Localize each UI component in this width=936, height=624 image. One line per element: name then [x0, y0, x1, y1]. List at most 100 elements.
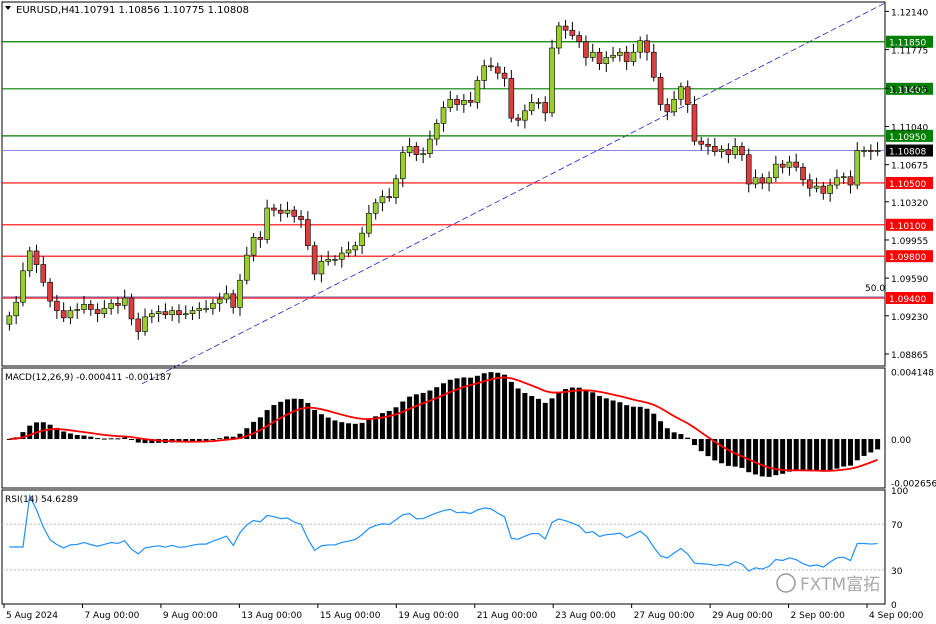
- y-tick-label: 1.10675: [891, 162, 928, 172]
- macd-bar: [834, 439, 840, 469]
- candle-body: [400, 152, 406, 180]
- candle-body: [684, 86, 691, 105]
- macd-bar: [719, 439, 725, 464]
- candle-body: [467, 100, 474, 103]
- macd-bar: [74, 434, 80, 440]
- candle-body: [528, 102, 535, 112]
- candle-body: [284, 209, 291, 214]
- macd-bar: [135, 439, 141, 443]
- macd-bar: [746, 439, 752, 473]
- macd-bar: [522, 392, 528, 440]
- candle-body: [454, 98, 460, 105]
- candle-body: [162, 311, 169, 316]
- candle-body: [291, 209, 298, 217]
- macd-bar: [529, 396, 535, 440]
- macd-bar: [251, 421, 257, 440]
- y-tick-label: 1.09955: [891, 237, 928, 247]
- candle-body: [562, 25, 569, 31]
- candle-body: [739, 146, 745, 156]
- macd-bar: [664, 428, 670, 440]
- macd-bar: [88, 436, 94, 440]
- macd-bar: [569, 387, 575, 440]
- macd-bar: [332, 420, 338, 440]
- candle-body: [67, 310, 74, 319]
- macd-bar: [47, 424, 53, 440]
- candle-body: [623, 51, 630, 62]
- candle-body: [542, 102, 549, 114]
- candle-body: [379, 196, 386, 204]
- candle-body: [169, 310, 175, 316]
- candle-body: [203, 308, 209, 310]
- level-tag-text: 1.09800: [889, 253, 926, 263]
- macd-bar: [759, 439, 765, 477]
- macd-bar: [827, 439, 833, 471]
- candle-body: [481, 65, 487, 81]
- macd-bar: [210, 439, 216, 441]
- candle-body: [773, 163, 779, 179]
- candle-body: [664, 104, 671, 113]
- macd-bar: [820, 439, 826, 472]
- candle-body: [868, 150, 874, 152]
- candle-body: [216, 298, 223, 304]
- candle-body: [752, 177, 759, 185]
- candle-body: [264, 207, 270, 240]
- macd-bar: [203, 439, 209, 441]
- candle-body: [135, 318, 142, 332]
- macd-bar: [400, 401, 406, 440]
- macd-bar: [502, 374, 508, 440]
- macd-bar: [67, 433, 73, 440]
- candle-body: [40, 264, 47, 283]
- macd-bar: [583, 390, 589, 440]
- macd-bar: [352, 423, 358, 440]
- candle-body: [854, 150, 861, 186]
- candle-body: [806, 179, 813, 189]
- candle-body: [318, 261, 325, 275]
- candle-body: [74, 309, 81, 311]
- macd-bar: [691, 439, 697, 446]
- candle-body: [732, 146, 738, 156]
- watermark-text: FXTM富拓: [800, 575, 880, 595]
- ohlc-readout: 1.10791 1.10856 1.10775 1.10808: [74, 5, 249, 16]
- x-tick-label: 23 Aug 00:00: [555, 611, 616, 621]
- candle-body: [874, 150, 881, 152]
- candle-body: [359, 232, 365, 247]
- candle-body: [413, 146, 420, 156]
- macd-bar: [597, 395, 603, 440]
- candle-body: [691, 104, 698, 142]
- rsi-label: RSI(14) 54.6289: [5, 495, 78, 505]
- price-chart: 1.118501.114001.109501.105001.101001.098…: [0, 0, 936, 624]
- macd-bar: [95, 438, 101, 440]
- macd-bar: [515, 388, 521, 440]
- macd-bar: [454, 378, 460, 440]
- candle-body: [759, 177, 766, 184]
- candle-body: [250, 237, 257, 256]
- candle-body: [298, 216, 304, 220]
- candle-body: [352, 245, 359, 251]
- macd-bar: [81, 435, 87, 440]
- candle-body: [332, 259, 338, 261]
- candle-body: [583, 41, 589, 58]
- macd-bar: [698, 439, 704, 452]
- candle-body: [834, 177, 840, 186]
- macd-bar: [800, 439, 806, 471]
- macd-bar: [366, 419, 372, 440]
- macd-bar: [786, 439, 792, 472]
- macd-bar: [488, 372, 494, 440]
- macd-bar: [542, 402, 548, 440]
- candle-body: [501, 72, 508, 79]
- y-tick-label: 1.08865: [891, 351, 928, 361]
- macd-bar: [766, 439, 772, 477]
- candle-body: [427, 138, 433, 154]
- candle-body: [630, 51, 637, 62]
- macd-bar: [413, 394, 419, 440]
- candle-body: [617, 51, 623, 56]
- macd-bar: [441, 383, 446, 440]
- candle-body: [813, 185, 820, 189]
- candle-body: [535, 102, 542, 104]
- level-tag-text: 1.09400: [889, 295, 926, 305]
- candle-body: [121, 297, 128, 306]
- candle-body: [372, 202, 379, 214]
- candle-body: [338, 252, 345, 260]
- candle-body: [698, 140, 705, 145]
- candle-body: [115, 302, 121, 306]
